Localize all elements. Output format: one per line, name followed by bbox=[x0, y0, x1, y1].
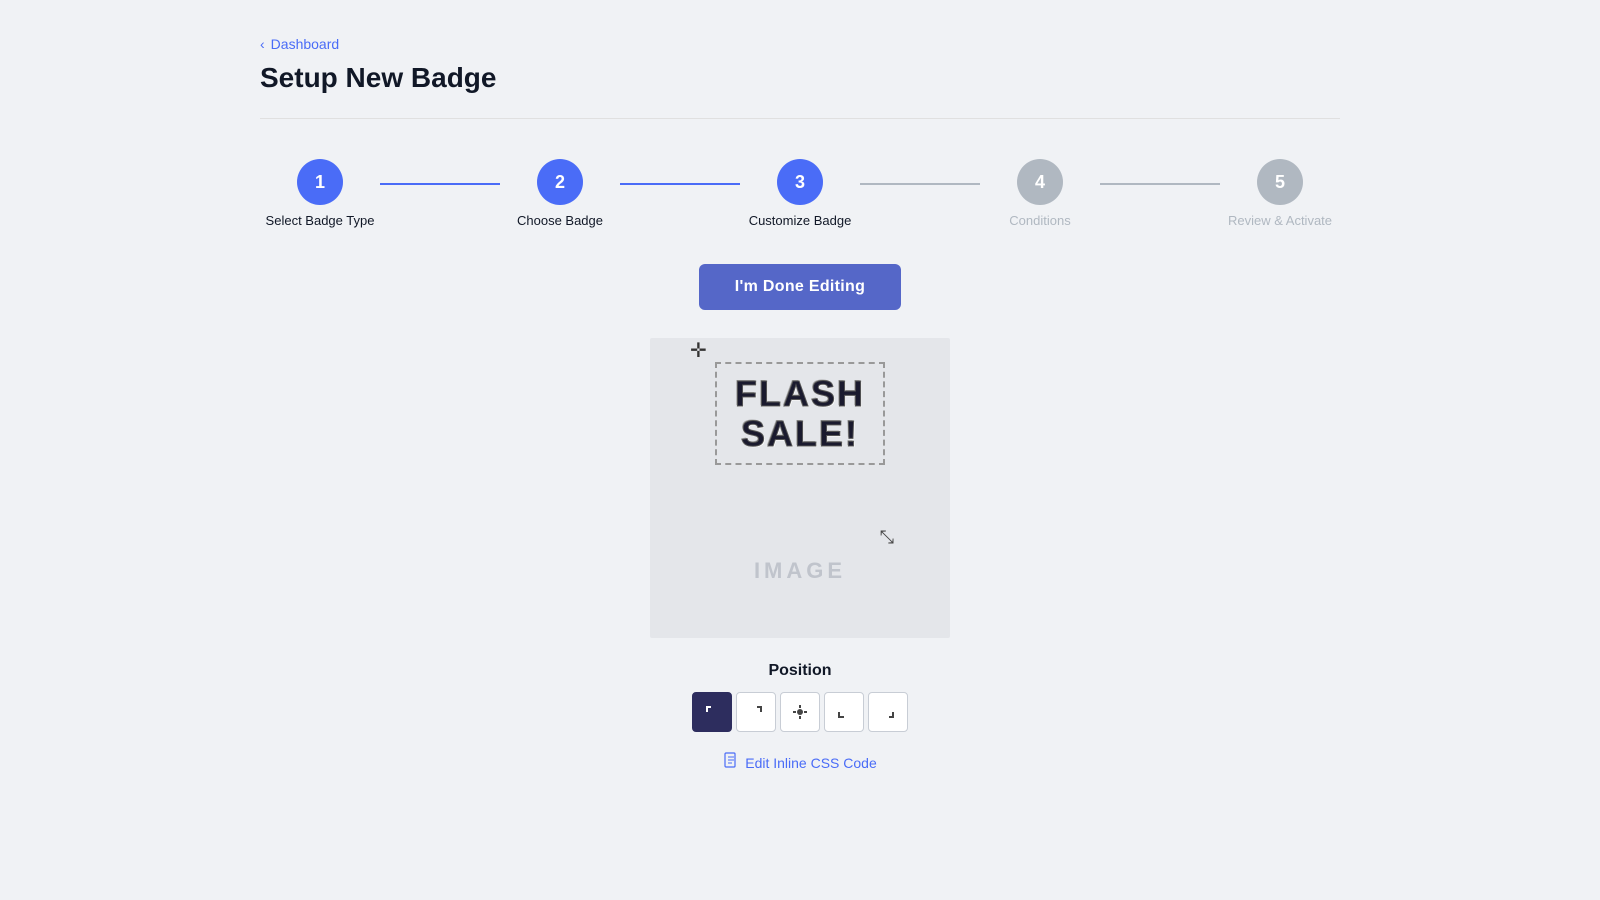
position-top-left-button[interactable] bbox=[692, 692, 732, 732]
step-2-circle: 2 bbox=[537, 159, 583, 205]
position-center-button[interactable] bbox=[780, 692, 820, 732]
step-4: 4 Conditions bbox=[980, 159, 1100, 228]
breadcrumb-label: Dashboard bbox=[271, 36, 340, 52]
position-bottom-right-button[interactable] bbox=[868, 692, 908, 732]
connector-2 bbox=[620, 183, 740, 185]
divider bbox=[260, 118, 1340, 119]
breadcrumb[interactable]: ‹ Dashboard bbox=[260, 36, 1340, 52]
position-bottom-left-button[interactable] bbox=[824, 692, 864, 732]
stepper: 1 Select Badge Type 2 Choose Badge 3 Cus… bbox=[260, 159, 1340, 228]
connector-3 bbox=[860, 183, 980, 185]
step-1-circle: 1 bbox=[297, 159, 343, 205]
step-1: 1 Select Badge Type bbox=[260, 159, 380, 228]
step-2-label: Choose Badge bbox=[517, 213, 603, 228]
step-4-circle: 4 bbox=[1017, 159, 1063, 205]
css-file-icon bbox=[723, 752, 739, 773]
edit-css-label: Edit Inline CSS Code bbox=[745, 755, 877, 771]
page-title: Setup New Badge bbox=[260, 62, 1340, 94]
step-2: 2 Choose Badge bbox=[500, 159, 620, 228]
step-3-circle: 3 bbox=[777, 159, 823, 205]
badge-preview-container: ✛ FLASH SALE! ⤡ IMAGE Position bbox=[260, 338, 1340, 773]
step-4-label: Conditions bbox=[1009, 213, 1070, 228]
badge-text-overlay[interactable]: FLASH SALE! bbox=[715, 362, 885, 465]
connector-1 bbox=[380, 183, 500, 185]
move-handle-icon[interactable]: ✛ bbox=[690, 338, 707, 363]
edit-css-link[interactable]: Edit Inline CSS Code bbox=[723, 752, 877, 773]
position-grid bbox=[692, 692, 908, 732]
image-placeholder: IMAGE bbox=[754, 558, 846, 584]
position-top-right-button[interactable] bbox=[736, 692, 776, 732]
step-1-label: Select Badge Type bbox=[266, 213, 375, 228]
back-arrow-icon: ‹ bbox=[260, 36, 265, 52]
step-5-circle: 5 bbox=[1257, 159, 1303, 205]
done-editing-wrapper: I'm Done Editing bbox=[260, 264, 1340, 310]
step-5-label: Review & Activate bbox=[1228, 213, 1332, 228]
step-5: 5 Review & Activate bbox=[1220, 159, 1340, 228]
badge-text: FLASH SALE! bbox=[735, 374, 865, 453]
resize-handle-icon[interactable]: ⤡ bbox=[880, 527, 894, 548]
step-3-label: Customize Badge bbox=[749, 213, 852, 228]
step-3: 3 Customize Badge bbox=[740, 159, 860, 228]
done-editing-button[interactable]: I'm Done Editing bbox=[699, 264, 901, 310]
connector-4 bbox=[1100, 183, 1220, 185]
badge-canvas: FLASH SALE! ⤡ IMAGE bbox=[650, 338, 950, 638]
position-label: Position bbox=[768, 662, 831, 680]
